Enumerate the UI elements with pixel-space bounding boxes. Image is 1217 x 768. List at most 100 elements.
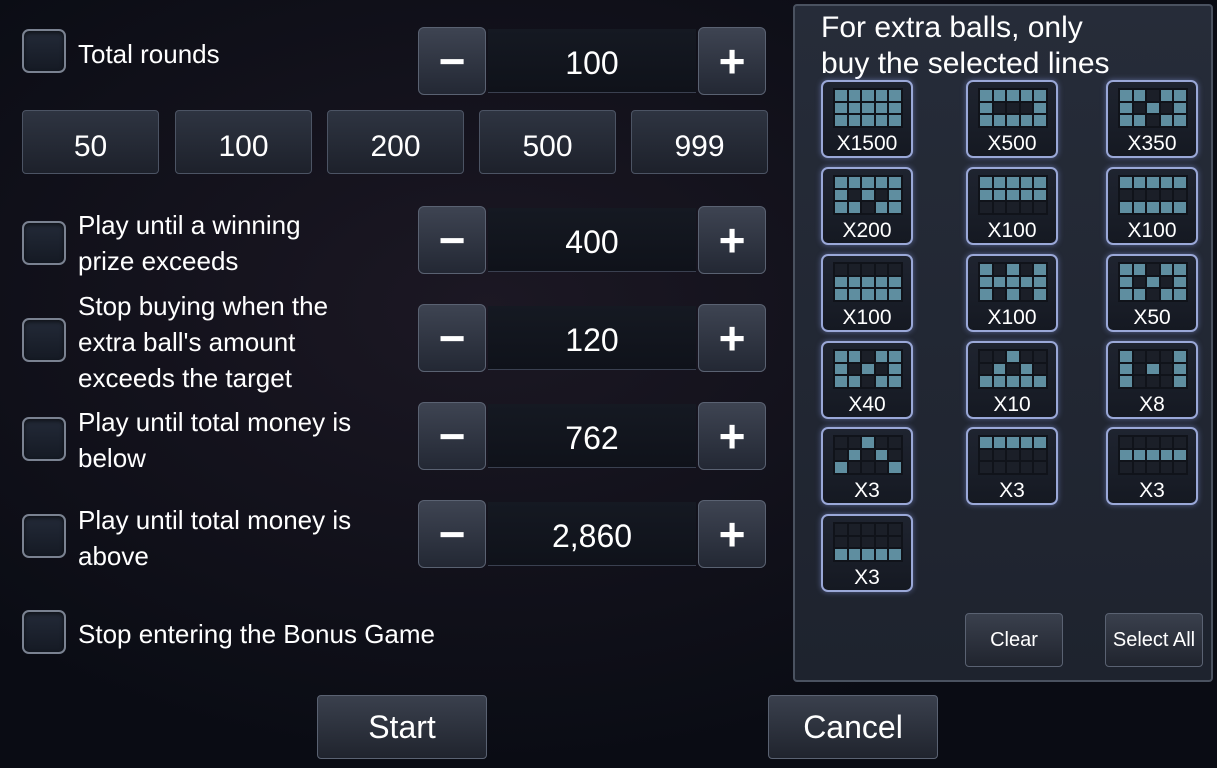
pattern-cell <box>835 351 847 362</box>
pattern-cell <box>1174 90 1186 101</box>
money-above-value[interactable]: 2,860 <box>488 502 696 566</box>
pattern-cell <box>862 202 874 213</box>
pattern-cell <box>1133 276 1146 288</box>
line-option-12[interactable]: X8 <box>1106 341 1198 419</box>
preset-200-button[interactable]: 200 <box>327 110 464 174</box>
line-option-5[interactable]: X100 <box>966 167 1058 245</box>
pattern-cell <box>980 202 992 213</box>
pattern-cell <box>862 102 874 114</box>
pattern-cell <box>1034 363 1046 375</box>
pattern-cell <box>848 90 861 101</box>
total-rounds-value[interactable]: 100 <box>488 29 696 93</box>
pattern-cell <box>1007 102 1019 114</box>
line-option-16[interactable]: X3 <box>821 514 913 592</box>
pattern-cell <box>1020 351 1033 362</box>
line-option-13[interactable]: X3 <box>821 427 913 505</box>
pattern-cell <box>1007 376 1019 387</box>
pattern-cell <box>875 115 888 126</box>
pattern-cell <box>1007 363 1019 375</box>
pattern-cell <box>1133 351 1146 362</box>
total-rounds-minus-button[interactable]: − <box>418 27 486 95</box>
pattern-cell <box>1020 189 1033 201</box>
line-option-9[interactable]: X50 <box>1106 254 1198 332</box>
pattern-cell <box>835 376 847 387</box>
line-option-3[interactable]: X350 <box>1106 80 1198 158</box>
extra-ball-minus-button[interactable]: − <box>418 304 486 372</box>
preset-500-button[interactable]: 500 <box>479 110 616 174</box>
line-option-10[interactable]: X40 <box>821 341 913 419</box>
money-below-plus-button[interactable]: + <box>698 402 766 470</box>
money-below-value[interactable]: 762 <box>488 404 696 468</box>
pattern-cell <box>1020 276 1033 288</box>
line-multiplier: X100 <box>987 219 1037 242</box>
pattern-cell <box>848 177 861 188</box>
total-rounds-plus-button[interactable]: + <box>698 27 766 95</box>
pattern-cell <box>875 177 888 188</box>
money-above-checkbox[interactable] <box>22 514 66 558</box>
extra-ball-plus-button[interactable]: + <box>698 304 766 372</box>
line-multiplier: X500 <box>987 132 1037 155</box>
line-pattern-icon <box>1118 262 1188 302</box>
extra-ball-value[interactable]: 120 <box>488 306 696 370</box>
pattern-cell <box>1174 189 1186 201</box>
line-option-11[interactable]: X10 <box>966 341 1058 419</box>
pattern-cell <box>848 189 861 201</box>
pattern-cell <box>1160 115 1173 126</box>
pattern-cell <box>1160 102 1173 114</box>
pattern-cell <box>1034 437 1046 448</box>
line-option-15[interactable]: X3 <box>1106 427 1198 505</box>
line-option-6[interactable]: X100 <box>1106 167 1198 245</box>
line-pattern-icon <box>833 262 903 302</box>
pattern-cell <box>875 437 888 448</box>
select-all-button[interactable]: Select All <box>1105 613 1203 667</box>
pattern-cell <box>862 289 874 300</box>
win-prize-minus-button[interactable]: − <box>418 206 486 274</box>
pattern-cell <box>1160 363 1173 375</box>
win-prize-checkbox[interactable] <box>22 221 66 265</box>
preset-50-button[interactable]: 50 <box>22 110 159 174</box>
pattern-cell <box>889 462 901 473</box>
pattern-cell <box>875 549 888 560</box>
win-prize-value[interactable]: 400 <box>488 208 696 272</box>
pattern-cell <box>1020 202 1033 213</box>
money-below-minus-button[interactable]: − <box>418 402 486 470</box>
pattern-cell <box>1147 363 1159 375</box>
pattern-cell <box>1133 363 1146 375</box>
line-option-8[interactable]: X100 <box>966 254 1058 332</box>
pattern-cell <box>835 115 847 126</box>
line-option-1[interactable]: X1500 <box>821 80 913 158</box>
pattern-cell <box>1174 202 1186 213</box>
money-below-checkbox[interactable] <box>22 417 66 461</box>
pattern-cell <box>1020 363 1033 375</box>
win-prize-plus-button[interactable]: + <box>698 206 766 274</box>
line-option-14[interactable]: X3 <box>966 427 1058 505</box>
pattern-cell <box>862 549 874 560</box>
start-button[interactable]: Start <box>317 695 487 759</box>
cancel-button[interactable]: Cancel <box>768 695 938 759</box>
clear-button[interactable]: Clear <box>965 613 1063 667</box>
line-option-7[interactable]: X100 <box>821 254 913 332</box>
money-above-plus-button[interactable]: + <box>698 500 766 568</box>
pattern-cell <box>835 264 847 275</box>
pattern-cell <box>1020 264 1033 275</box>
pattern-cell <box>875 202 888 213</box>
pattern-cell <box>993 90 1006 101</box>
pattern-cell <box>889 376 901 387</box>
bonus-game-checkbox[interactable] <box>22 610 66 654</box>
line-option-4[interactable]: X200 <box>821 167 913 245</box>
pattern-cell <box>1174 264 1186 275</box>
preset-999-button[interactable]: 999 <box>631 110 768 174</box>
bonus-game-label: Stop entering the Bonus Game <box>78 619 436 649</box>
pattern-cell <box>1147 189 1159 201</box>
pattern-cell <box>875 462 888 473</box>
extra-ball-stepper: − 120 + <box>418 304 766 372</box>
total-rounds-checkbox[interactable] <box>22 29 66 73</box>
extra-ball-checkbox[interactable] <box>22 318 66 362</box>
pattern-cell <box>862 524 874 535</box>
line-option-2[interactable]: X500 <box>966 80 1058 158</box>
preset-100-button[interactable]: 100 <box>175 110 312 174</box>
money-above-minus-button[interactable]: − <box>418 500 486 568</box>
pattern-cell <box>980 115 992 126</box>
money-below-stepper: − 762 + <box>418 402 766 470</box>
pattern-cell <box>993 376 1006 387</box>
